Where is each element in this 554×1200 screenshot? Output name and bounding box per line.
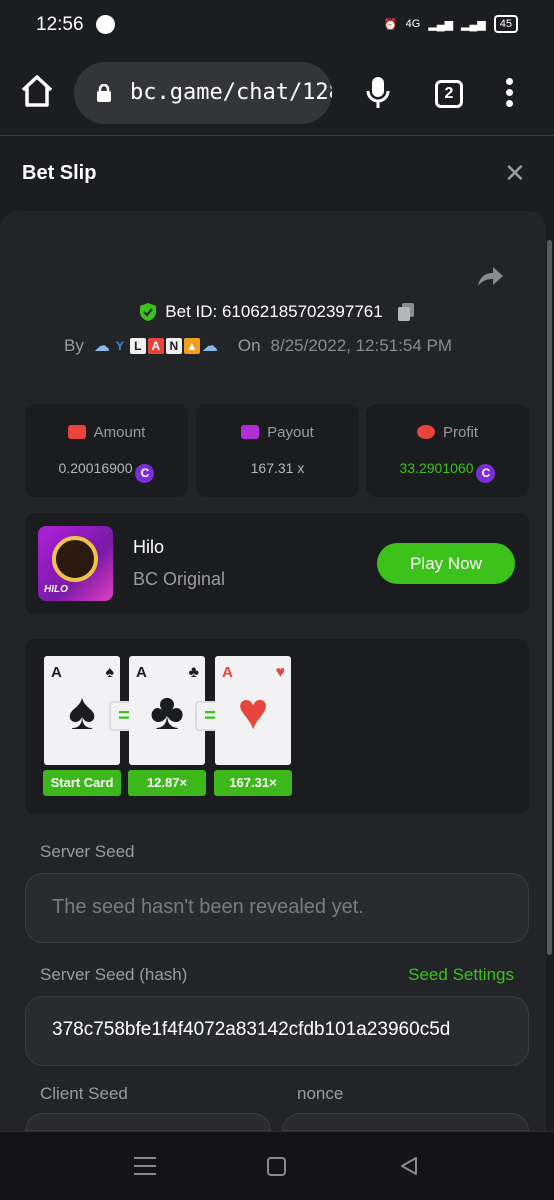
- profit-card: Profit 33.2901060 C: [366, 404, 529, 497]
- user-letter: A: [147, 338, 164, 354]
- card-multiplier: 167.31×: [214, 770, 292, 796]
- nonce-field[interactable]: [282, 1113, 529, 1131]
- user-letter: N: [165, 338, 182, 354]
- microphone-icon[interactable]: [366, 76, 390, 110]
- lock-icon: [97, 84, 111, 102]
- bet-id-row: Bet ID: 61062185702397761: [0, 302, 554, 322]
- bet-date: 8/25/2022, 12:51:54 PM: [270, 336, 453, 355]
- heart-icon: ♥: [275, 664, 286, 681]
- amount-value: 0.20016900: [58, 460, 133, 476]
- copy-icon[interactable]: [397, 302, 415, 322]
- server-seed-placeholder: The seed hasn't been revealed yet.: [52, 896, 364, 918]
- home-button-icon[interactable]: [267, 1157, 286, 1176]
- messenger-icon: [96, 15, 115, 34]
- game-name: Hilo: [133, 537, 165, 557]
- amount-icon: [67, 425, 86, 439]
- cloud-icon: ☁: [201, 338, 218, 355]
- amount-label: Amount: [93, 424, 146, 441]
- shield-check-icon: [140, 303, 157, 321]
- nonce-label: nonce: [297, 1084, 344, 1103]
- server-seed-hash-value: 378c758bfe1f4f4072a83142cfdb101a23960c5d: [52, 1019, 451, 1040]
- user-letter: Y: [115, 339, 124, 353]
- club-icon: ♣: [188, 664, 200, 681]
- status-icons: ⏰ 4G ▂▄▆ ▂▄▆ 45: [384, 15, 518, 33]
- profit-icon: [416, 425, 435, 439]
- payout-card: Payout 167.31 x: [196, 404, 359, 497]
- card-rank: A: [51, 664, 62, 681]
- seed-settings-link[interactable]: Seed Settings: [408, 965, 514, 985]
- game-card: HILO Hilo BC Original Play Now: [25, 513, 529, 614]
- card-multiplier: 12.87×: [128, 770, 206, 796]
- club-icon: ♣: [149, 683, 185, 741]
- page-title: Bet Slip: [22, 162, 97, 184]
- card-rank: A: [222, 664, 233, 681]
- user-letter: L: [129, 338, 146, 354]
- profit-label: Profit: [442, 424, 478, 441]
- url-text: bc.game/chat/128: [130, 80, 332, 105]
- close-icon[interactable]: ✕: [504, 160, 526, 186]
- card-multiplier: Start Card: [43, 770, 121, 796]
- coin-icon: C: [135, 464, 155, 483]
- browser-toolbar: bc.game/chat/128 2: [0, 52, 554, 136]
- system-nav-bar: [0, 1131, 554, 1200]
- game-provider: BC Original: [133, 569, 226, 589]
- spade-icon: ♠: [105, 664, 115, 681]
- back-icon[interactable]: [398, 1155, 420, 1177]
- coin-icon: C: [476, 464, 496, 483]
- playing-card: A ♥ ♥: [215, 656, 291, 765]
- username[interactable]: ☁ Y L A N ▲ ☁: [94, 336, 218, 356]
- more-menu-icon[interactable]: [506, 78, 514, 108]
- recent-apps-icon[interactable]: [134, 1157, 156, 1177]
- battery-icon: 45: [493, 15, 518, 33]
- server-seed-hash-field[interactable]: 378c758bfe1f4f4072a83142cfdb101a23960c5d: [25, 996, 529, 1066]
- bet-slip-header: Bet Slip ✕: [0, 137, 554, 211]
- card-icon: [241, 425, 260, 439]
- client-seed-label: Client Seed: [40, 1084, 128, 1103]
- game-thumb-label: HILO: [44, 584, 68, 595]
- bet-id: Bet ID: 61062185702397761: [165, 302, 383, 321]
- url-bar[interactable]: bc.game/chat/128: [74, 62, 332, 124]
- amount-card: Amount 0.20016900 C: [25, 404, 188, 497]
- signal-icon-2: ▂▄▆: [461, 18, 486, 31]
- server-seed-label: Server Seed: [40, 842, 135, 861]
- play-now-button[interactable]: Play Now: [377, 543, 515, 584]
- tab-switcher-button[interactable]: 2: [435, 80, 463, 108]
- playing-card: A ♣ ♣: [129, 656, 205, 765]
- home-icon[interactable]: [20, 74, 54, 108]
- client-seed-field[interactable]: [25, 1113, 271, 1131]
- payout-value: 167.31 x: [250, 460, 305, 476]
- network-label: 4G: [405, 18, 421, 30]
- warning-icon: ▲: [183, 338, 200, 354]
- payout-label: Payout: [267, 424, 314, 441]
- game-thumbnail[interactable]: HILO: [38, 526, 113, 601]
- hilo-cards: A ♠ ♠ = A ♣ ♣ = A ♥ ♥ Start Card 12.87× …: [25, 639, 529, 814]
- status-bar: 12:56 ⏰ 4G ▂▄▆ ▂▄▆ 45: [0, 0, 554, 52]
- server-seed-hash-label: Server Seed (hash): [40, 965, 188, 984]
- cloud-icon: ☁: [93, 338, 110, 355]
- by-label: By: [64, 336, 84, 355]
- status-time: 12:56: [36, 14, 84, 35]
- profit-value: 33.2901060: [399, 460, 474, 476]
- share-icon[interactable]: [476, 264, 504, 288]
- scrollbar[interactable]: [547, 240, 552, 955]
- server-seed-field[interactable]: The seed hasn't been revealed yet.: [25, 873, 529, 943]
- signal-icon: ▂▄▆: [428, 18, 454, 31]
- card-rank: A: [136, 664, 147, 681]
- bet-byline: By ☁ Y L A N ▲ ☁ On 8/25/2022, 12:51:54 …: [64, 336, 452, 356]
- heart-icon: ♥: [237, 683, 269, 741]
- game-logo: [52, 536, 98, 582]
- on-label: On: [237, 336, 261, 355]
- alarm-icon: ⏰: [383, 18, 398, 31]
